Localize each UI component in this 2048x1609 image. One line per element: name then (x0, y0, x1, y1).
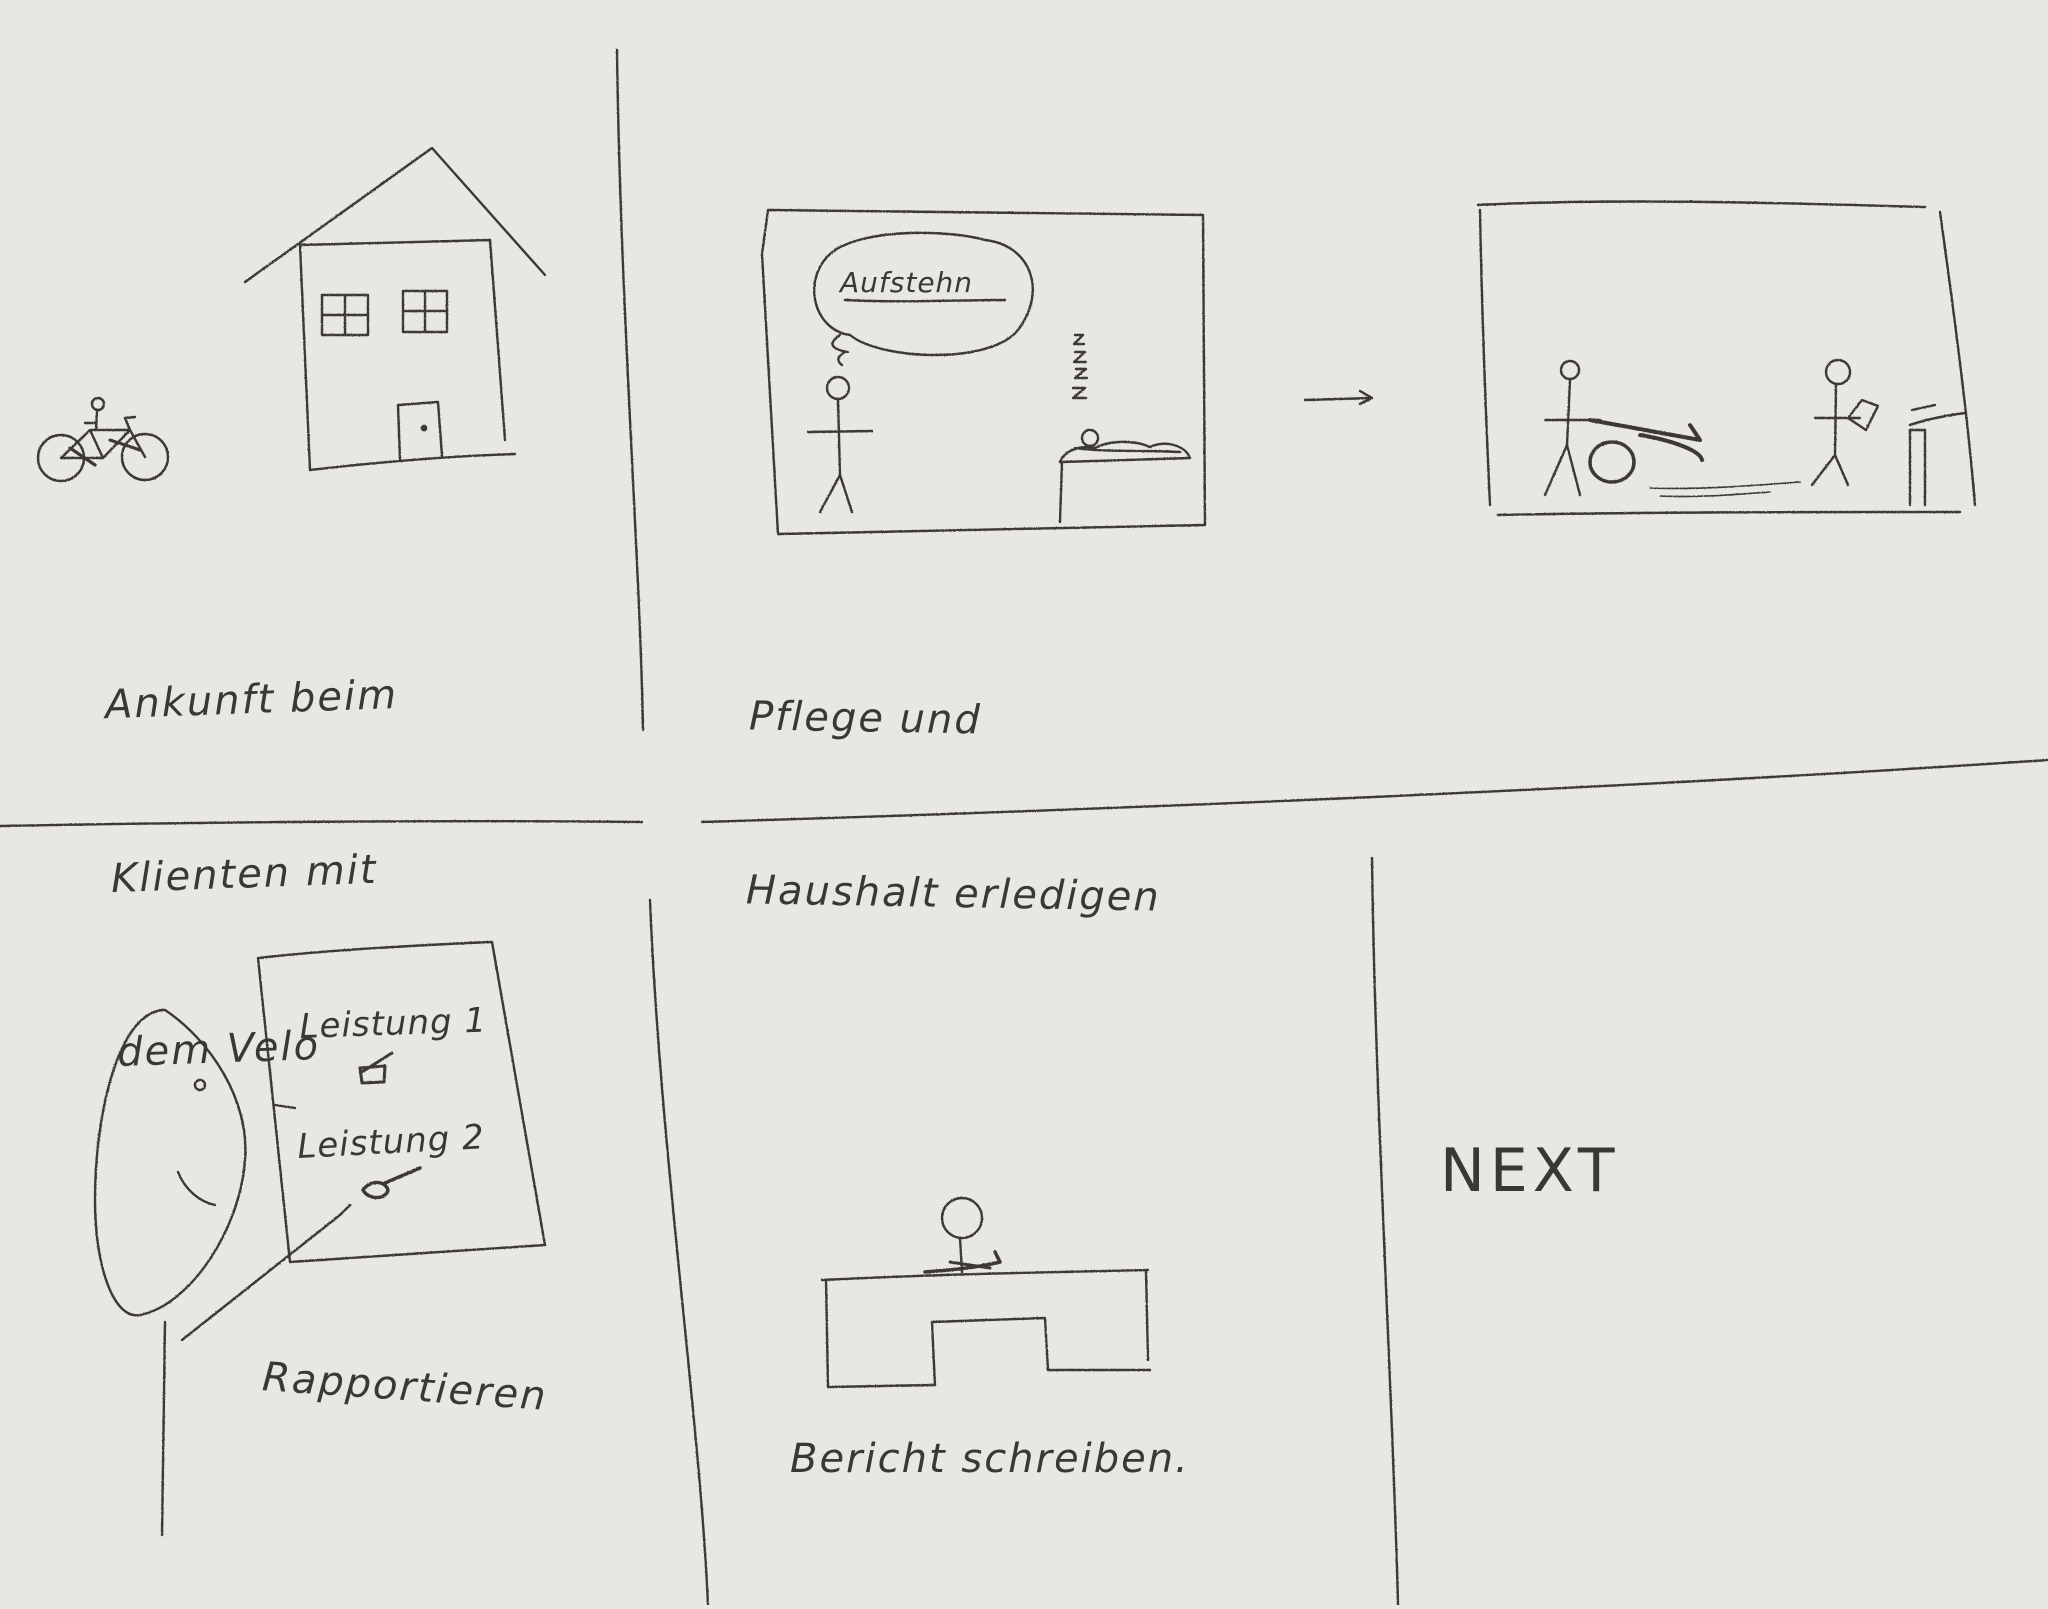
door-icon (1908, 403, 1967, 507)
panel-1-scene (36, 146, 547, 483)
panel-3-frame (1476, 200, 1977, 517)
stylus-icon (180, 1203, 352, 1342)
panel-1-caption-line-1: Ankunft beim (104, 671, 399, 729)
bed-icon (1058, 428, 1192, 524)
panel-2-caption-line-1: Pflege und (748, 693, 983, 744)
speech-bubble-text: Aufstehn (838, 266, 973, 299)
arrow-icon (1303, 389, 1374, 406)
panel-2-scene (760, 208, 1207, 536)
panel-1-caption-line-2: Klienten mit (110, 846, 379, 903)
sleeping-icon (1071, 333, 1089, 400)
house-icon (243, 146, 547, 472)
panel-6-label: NEXT (1440, 1136, 1620, 1206)
desk-icon (820, 1268, 1152, 1389)
panel-5-caption: Bericht schreiben. (790, 1436, 1190, 1482)
panel-3-scene (1476, 200, 1977, 517)
panel-2-caption-line-2: Haushalt erledigen (745, 867, 1162, 921)
panel-2-frame (760, 208, 1207, 536)
panel-2-caption: Pflege und Haushalt erledigen (744, 571, 1166, 984)
panel-1-caption-line-3: dem Velo (116, 1022, 321, 1076)
writer-figure (923, 1196, 1002, 1274)
panel-1-caption: Ankunft beim Klienten mit dem Velo (100, 550, 413, 1140)
bicycle-icon (36, 396, 170, 483)
person-with-book (1810, 358, 1880, 487)
checkbox-2-checked (361, 1166, 422, 1200)
person-with-vacuum (1543, 359, 1801, 498)
phone-smile (176, 1170, 217, 1207)
caregiver-figure (806, 375, 874, 514)
panel-5-scene (820, 1196, 1152, 1389)
